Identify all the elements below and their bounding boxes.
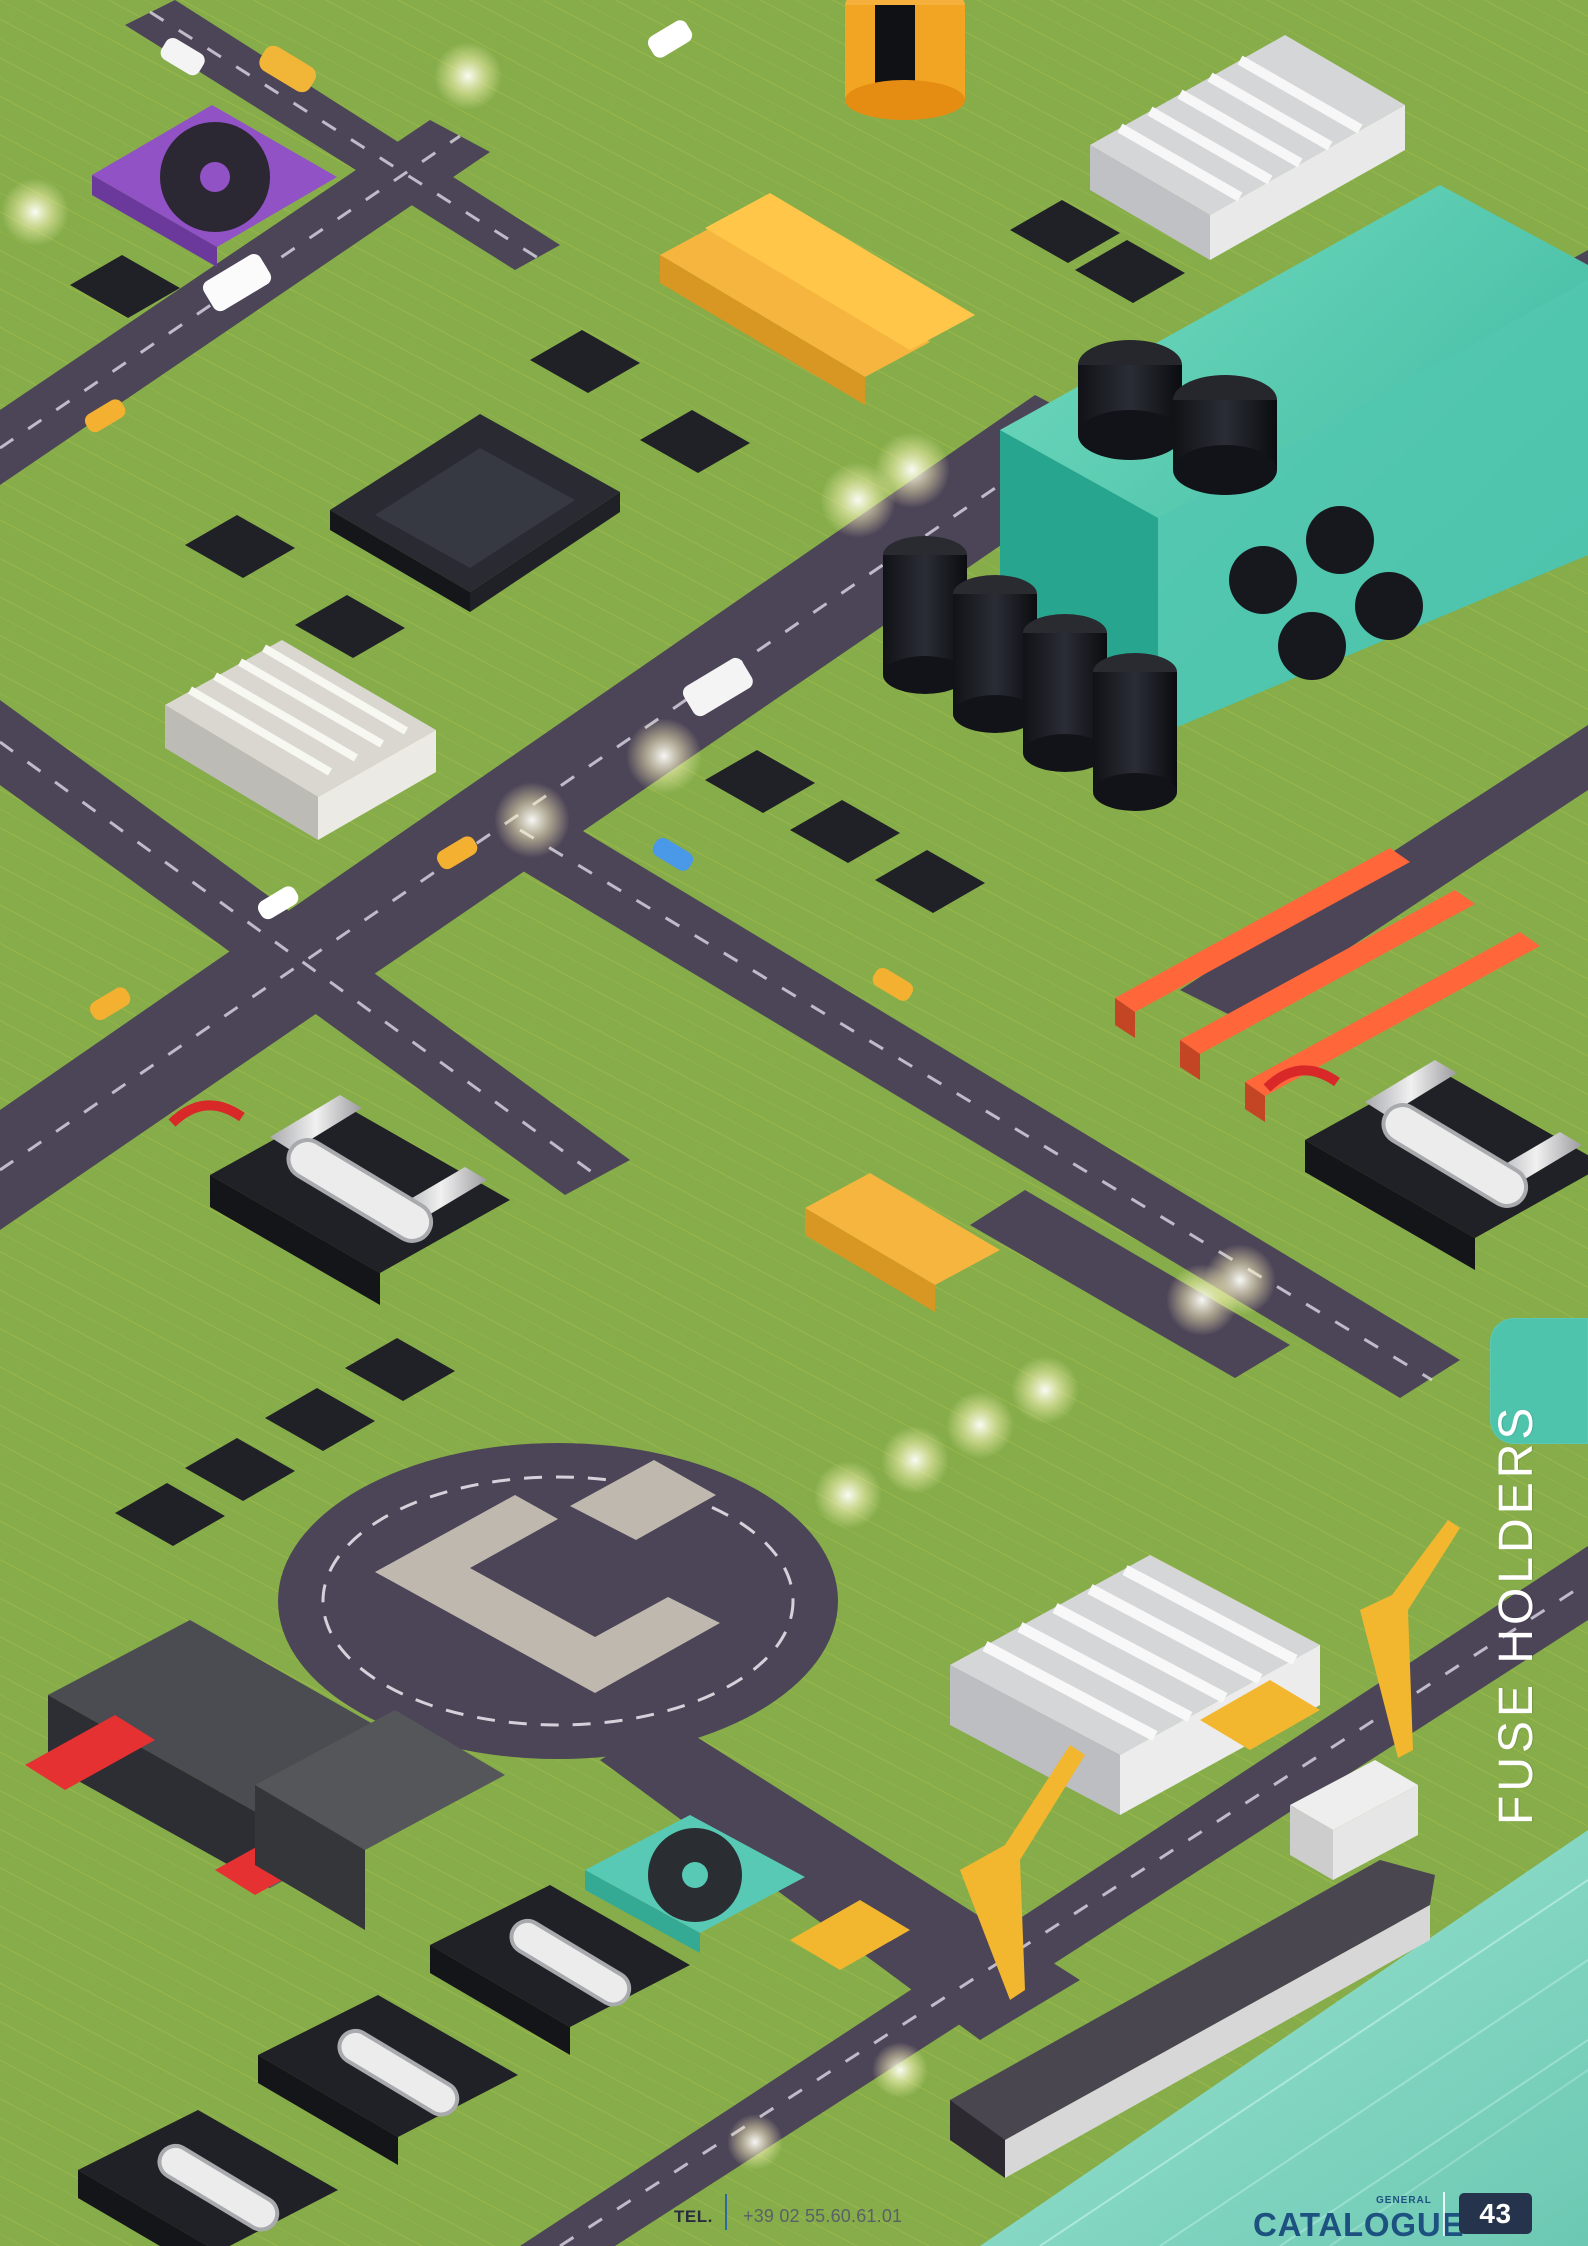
catalogue-divider: [1443, 2192, 1445, 2236]
catalogue-page: FUSE HOLDERS TEL. +39 02 55.60.61.01 GEN…: [0, 0, 1588, 2246]
section-title: FUSE HOLDERS: [1490, 1403, 1543, 1825]
page-footer: TEL. +39 02 55.60.61.01 GENERAL CATALOGU…: [0, 2188, 1588, 2246]
telephone-label: TEL.: [674, 2207, 713, 2226]
isometric-electronics-city-illustration: [0, 0, 1588, 2246]
catalogue-general-label: GENERAL: [1376, 2195, 1432, 2206]
logo-helipad: [278, 1443, 838, 1759]
yellow-capacitor-drums: [845, 0, 965, 120]
telephone-divider: [725, 2194, 727, 2230]
section-title-container: FUSE HOLDERS: [1472, 1403, 1562, 1825]
page-number-badge: 43: [1459, 2193, 1532, 2234]
telephone-number: +39 02 55.60.61.01: [743, 2206, 903, 2226]
catalogue-label: CATALOGUE: [1253, 2206, 1465, 2243]
